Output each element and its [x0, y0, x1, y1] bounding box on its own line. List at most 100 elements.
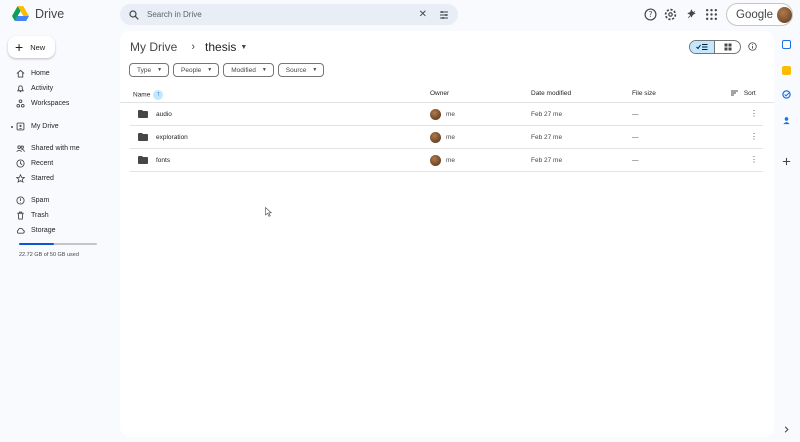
drive-logo-icon: [12, 6, 29, 21]
filter-modified[interactable]: Modified ▼: [223, 63, 274, 77]
calendar-icon[interactable]: [782, 40, 791, 49]
storage-progress-fill: [19, 243, 55, 245]
search-input[interactable]: Search in Drive: [147, 10, 419, 19]
filter-chips: Type ▼ People ▼ Modified ▼ Source ▼: [129, 63, 325, 77]
sidebar-item-label: Spam: [31, 197, 50, 204]
search-options-icon[interactable]: [439, 10, 449, 20]
tasks-icon[interactable]: [782, 90, 791, 99]
sort-button[interactable]: Sort: [731, 90, 756, 97]
date-modified: Feb 27 me: [531, 157, 563, 164]
file-name[interactable]: audio: [156, 111, 172, 118]
filter-label: Source: [285, 66, 307, 74]
filter-label: Type: [137, 66, 152, 74]
breadcrumb-current[interactable]: thesis: [205, 40, 236, 54]
file-name[interactable]: fonts: [156, 157, 170, 164]
layout-toggle: [689, 40, 741, 54]
sidebar-item-label: Recent: [31, 160, 54, 167]
sidebar-item-starred[interactable]: Starred: [16, 172, 54, 185]
sidebar-item-storage[interactable]: Storage: [16, 224, 56, 237]
table-row[interactable]: fonts me Feb 27 me — ⋮: [130, 150, 763, 172]
new-button-label: New: [30, 42, 46, 52]
filter-label: People: [181, 66, 202, 74]
file-size: —: [632, 111, 639, 118]
drive-logo[interactable]: Drive: [12, 6, 64, 21]
file-name[interactable]: exploration: [156, 134, 188, 141]
owner-name: me: [446, 157, 456, 164]
sidebar-item-trash[interactable]: Trash: [16, 209, 49, 222]
sidebar-item-label: Storage: [31, 227, 56, 234]
app-title: Drive: [35, 6, 65, 21]
breadcrumb: My Drive › thesis ▼: [130, 40, 247, 54]
spam-icon: [16, 196, 25, 205]
folder-icon: [138, 110, 148, 118]
bell-icon: [16, 85, 25, 93]
caret-down-icon: ▼: [312, 67, 318, 73]
more-actions-icon[interactable]: ⋮: [750, 132, 758, 141]
search-bar[interactable]: Search in Drive ✕: [120, 4, 458, 25]
sidebar-item-my-drive[interactable]: My Drive: [16, 120, 59, 133]
caret-down-icon[interactable]: ▼: [240, 44, 247, 51]
help-icon[interactable]: ?: [644, 8, 657, 21]
sidebar-item-shared[interactable]: Shared with me: [16, 142, 80, 155]
column-name-label: Name: [133, 91, 151, 99]
caret-down-icon: ▼: [157, 67, 163, 73]
sort-lines-icon: [731, 90, 738, 96]
sidebar-item-workspaces[interactable]: Workspaces: [16, 97, 69, 110]
storage-progress-bar: [19, 243, 97, 245]
main-content: My Drive › thesis ▼ Type ▼ People ▼ Modifi…: [120, 31, 774, 437]
top-bar: Drive Search in Drive ✕ ? Google: [0, 0, 800, 30]
grid-view-button[interactable]: [715, 41, 740, 53]
mouse-cursor-icon: [265, 207, 273, 217]
add-addon-icon[interactable]: [782, 157, 791, 166]
contacts-icon[interactable]: [782, 116, 791, 125]
sparkle-icon[interactable]: [685, 8, 698, 21]
more-actions-icon[interactable]: ⋮: [750, 155, 758, 164]
column-name[interactable]: Name ↑: [133, 90, 164, 100]
table-header: Name ↑ Owner Date modified File size Sort: [120, 85, 774, 103]
sidebar-item-home[interactable]: Home: [16, 67, 50, 80]
column-file-size[interactable]: File size: [632, 90, 656, 97]
owner-name: me: [446, 134, 456, 141]
home-icon: [16, 69, 25, 78]
people-icon: [16, 145, 25, 152]
filter-source[interactable]: Source ▼: [277, 63, 325, 77]
search-icon[interactable]: [129, 9, 139, 20]
sort-arrow-up-icon[interactable]: ↑: [153, 90, 164, 100]
filter-label: Modified: [231, 66, 256, 74]
sidebar-item-recent[interactable]: Recent: [16, 157, 53, 170]
chevron-right-icon[interactable]: [782, 425, 791, 434]
storage-usage-text: 22.72 GB of 50 GB used: [19, 252, 79, 258]
more-actions-icon[interactable]: ⋮: [750, 109, 758, 118]
apps-grid-icon[interactable]: [705, 8, 718, 21]
table-row[interactable]: audio me Feb 27 me — ⋮: [130, 104, 763, 126]
list-view-button[interactable]: [690, 41, 716, 53]
file-size: —: [632, 134, 639, 141]
sidebar-item-label: Home: [31, 70, 50, 77]
clear-search-icon[interactable]: ✕: [419, 9, 427, 20]
sidebar-item-label: Workspaces: [31, 100, 70, 107]
sidebar-item-activity[interactable]: Activity: [16, 82, 53, 95]
sidebar-item-label: Trash: [31, 212, 49, 219]
sidebar-item-label: Starred: [31, 175, 54, 182]
column-owner[interactable]: Owner: [430, 90, 449, 97]
caret-down-icon: ▼: [261, 67, 267, 73]
breadcrumb-root[interactable]: My Drive: [130, 40, 177, 54]
svg-text:?: ?: [648, 10, 652, 19]
sidebar-item-spam[interactable]: Spam: [16, 194, 49, 207]
workspaces-icon: [16, 99, 25, 108]
trash-icon: [17, 211, 24, 220]
column-date-modified[interactable]: Date modified: [531, 90, 571, 97]
info-icon[interactable]: [748, 42, 757, 51]
sidebar-item-label: My Drive: [31, 123, 59, 130]
folder-icon: [138, 133, 148, 141]
filter-people[interactable]: People ▼: [173, 63, 220, 77]
settings-gear-icon[interactable]: [664, 8, 677, 21]
owner-avatar: [430, 155, 441, 166]
expand-dot-icon[interactable]: [11, 126, 13, 128]
table-row[interactable]: exploration me Feb 27 me — ⋮: [130, 127, 763, 149]
account-button[interactable]: Google: [726, 3, 793, 26]
filter-type[interactable]: Type ▼: [129, 63, 170, 77]
owner-avatar: [430, 132, 441, 143]
new-button[interactable]: + New: [8, 36, 55, 58]
keep-icon[interactable]: [782, 66, 791, 75]
